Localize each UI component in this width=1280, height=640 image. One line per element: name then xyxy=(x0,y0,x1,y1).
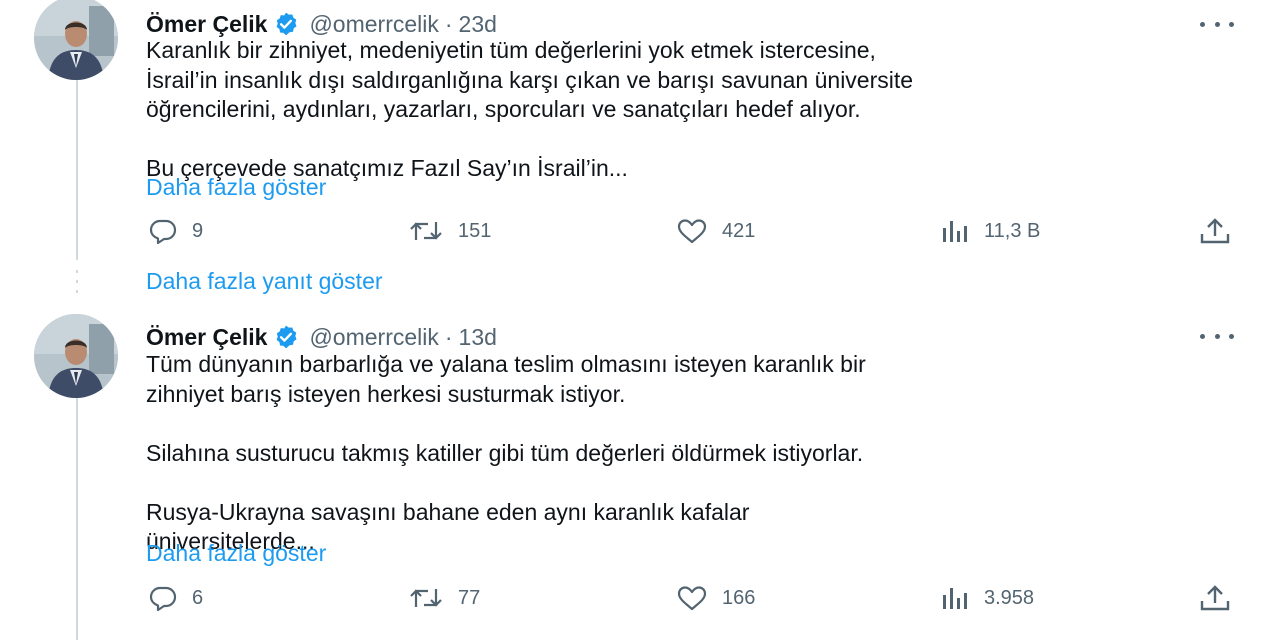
author-name[interactable]: Ömer Çelik xyxy=(146,324,267,351)
tweet-paragraph: Silahına susturucu takmış katiller gibi … xyxy=(146,439,864,466)
like-button[interactable]: 421 xyxy=(676,216,755,246)
show-more-link[interactable]: Daha fazla göster xyxy=(146,174,326,201)
tweet-paragraph: Karanlık bir zihniyet, medeniyetin tüm d… xyxy=(146,37,914,122)
author-handle[interactable]: @omerrcelik xyxy=(309,324,438,351)
author-handle[interactable]: @omerrcelik xyxy=(309,11,438,38)
verified-badge-icon xyxy=(273,11,299,37)
verified-badge-icon xyxy=(273,324,299,350)
reply-button[interactable]: 9 xyxy=(148,216,203,246)
separator-dot: · xyxy=(444,10,453,37)
repost-count: 151 xyxy=(458,219,492,242)
heart-icon xyxy=(676,218,708,244)
separator-dot: · xyxy=(444,323,453,350)
share-button[interactable] xyxy=(1198,583,1232,613)
reply-count: 9 xyxy=(192,219,204,242)
tweet-timestamp[interactable]: 13d xyxy=(459,324,497,351)
views-count: 3.958 xyxy=(984,586,1035,609)
views-button[interactable]: 11,3 B xyxy=(940,216,1040,246)
repost-icon xyxy=(408,585,444,611)
more-options-icon[interactable] xyxy=(1200,326,1234,346)
thread-dot xyxy=(76,270,78,273)
more-options-icon[interactable] xyxy=(1200,14,1234,34)
tweet-text: Tüm dünyanın barbarlığa ve yalana teslim… xyxy=(146,350,1246,557)
tweet-text: Karanlık bir zihniyet, medeniyetin tüm d… xyxy=(146,36,1246,184)
heart-icon xyxy=(676,585,708,611)
tweet-timestamp[interactable]: 23d xyxy=(459,11,497,38)
repost-button[interactable]: 151 xyxy=(408,216,491,246)
share-button[interactable] xyxy=(1198,216,1232,246)
repost-button[interactable]: 77 xyxy=(408,583,480,613)
views-chart-icon xyxy=(940,218,970,244)
reply-count: 6 xyxy=(192,586,204,609)
show-more-replies-link[interactable]: Daha fazla yanıt göster xyxy=(146,268,383,295)
thread-dot xyxy=(76,280,78,283)
tweet-paragraph: Tüm dünyanın barbarlığa ve yalana teslim… xyxy=(146,351,866,407)
tweet-actions: 9 151 421 11,3 B xyxy=(146,216,1236,246)
reply-icon xyxy=(148,218,178,244)
views-chart-icon xyxy=(940,585,970,611)
tweet-header: Ömer Çelik @omerrcelik · 23d xyxy=(146,9,497,39)
views-button[interactable]: 3.958 xyxy=(940,583,1034,613)
tweet-actions: 6 77 166 3.958 xyxy=(146,583,1236,613)
reply-button[interactable]: 6 xyxy=(148,583,203,613)
like-count: 166 xyxy=(722,586,756,609)
reply-icon xyxy=(148,585,178,611)
views-count: 11,3 B xyxy=(984,219,1041,242)
tweet[interactable]: Ömer Çelik @omerrcelik · 23d Karanlık bi… xyxy=(0,0,1280,260)
author-name[interactable]: Ömer Çelik xyxy=(146,11,267,38)
like-count: 421 xyxy=(722,219,756,242)
avatar[interactable] xyxy=(34,314,118,398)
share-icon xyxy=(1198,217,1232,245)
show-more-link[interactable]: Daha fazla göster xyxy=(146,540,326,567)
timeline: Ömer Çelik @omerrcelik · 23d Karanlık bi… xyxy=(0,0,1280,640)
repost-icon xyxy=(408,218,444,244)
like-button[interactable]: 166 xyxy=(676,583,755,613)
thread-dot xyxy=(76,290,78,293)
share-icon xyxy=(1198,584,1232,612)
tweet-header: Ömer Çelik @omerrcelik · 13d xyxy=(146,322,497,352)
repost-count: 77 xyxy=(458,586,481,609)
tweet[interactable]: Ömer Çelik @omerrcelik · 13d Tüm dünyanı… xyxy=(0,314,1280,640)
avatar[interactable] xyxy=(34,0,118,80)
